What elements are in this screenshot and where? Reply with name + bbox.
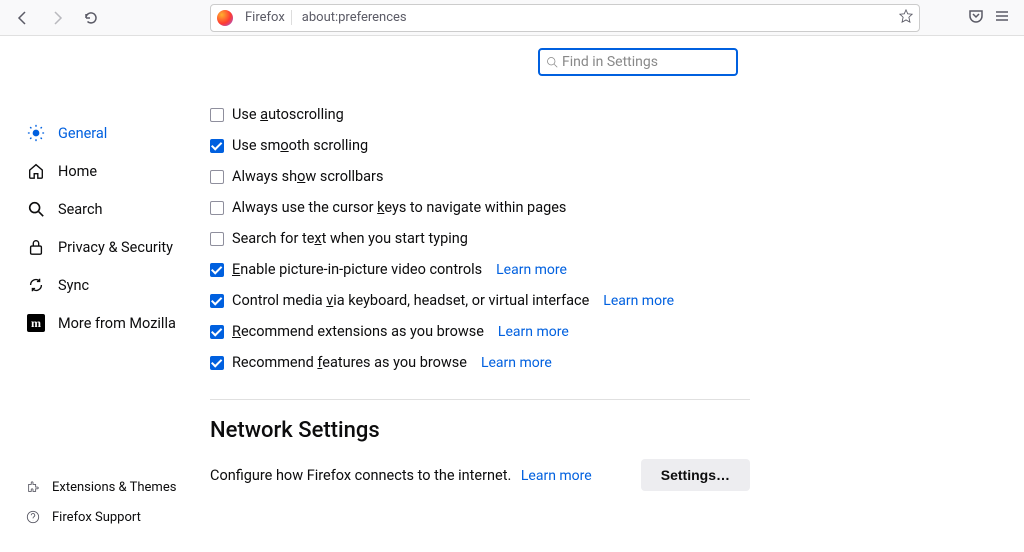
network-settings-desc: Configure how Firefox connects to the in… xyxy=(210,467,592,484)
url-text: about:preferences xyxy=(302,10,893,25)
checkbox[interactable] xyxy=(210,356,224,370)
sidebar-item-general[interactable]: General xyxy=(26,114,210,152)
sidebar-item-more-mozilla[interactable]: m More from Mozilla xyxy=(26,304,210,342)
pref-recommend-extensions[interactable]: Recommend extensions as you browse Learn… xyxy=(210,323,750,340)
network-settings-heading: Network Settings xyxy=(210,418,750,443)
checkbox[interactable] xyxy=(210,294,224,308)
pref-picture-in-picture[interactable]: Enable picture-in-picture video controls… xyxy=(210,261,750,278)
sidebar-item-label: Sync xyxy=(58,277,89,294)
checkbox[interactable] xyxy=(210,139,224,153)
preferences-sidebar: General Home Search Privacy & Security S… xyxy=(0,36,210,552)
pref-label: Recommend features as you browse xyxy=(232,354,467,371)
checkbox[interactable] xyxy=(210,108,224,122)
browser-toolbar: Firefox about:preferences xyxy=(0,0,1024,36)
sidebar-item-sync[interactable]: Sync xyxy=(26,266,210,304)
url-bar[interactable]: Firefox about:preferences xyxy=(210,4,920,32)
pref-cursor-keys[interactable]: Always use the cursor keys to navigate w… xyxy=(210,199,750,216)
checkbox[interactable] xyxy=(210,170,224,184)
sidebar-bottom-label: Firefox Support xyxy=(52,510,141,525)
settings-search-placeholder: Find in Settings xyxy=(562,54,658,70)
gear-icon xyxy=(26,124,46,142)
pref-label: Always show scrollbars xyxy=(232,168,383,185)
checkbox[interactable] xyxy=(210,232,224,246)
lock-icon xyxy=(26,238,46,256)
checkbox[interactable] xyxy=(210,325,224,339)
pref-recommend-features[interactable]: Recommend features as you browse Learn m… xyxy=(210,354,750,371)
section-divider xyxy=(210,399,750,400)
sidebar-item-label: More from Mozilla xyxy=(58,315,176,332)
pref-label: Use autoscrolling xyxy=(232,106,344,123)
puzzle-icon xyxy=(26,480,42,494)
pref-label: Enable picture-in-picture video controls xyxy=(232,261,482,278)
learn-more-link[interactable]: Learn more xyxy=(498,324,569,340)
pref-label: Search for text when you start typing xyxy=(232,230,468,247)
learn-more-link[interactable]: Learn more xyxy=(603,293,674,309)
reload-button[interactable] xyxy=(76,4,106,32)
search-icon xyxy=(26,200,46,218)
sidebar-item-home[interactable]: Home xyxy=(26,152,210,190)
checkbox[interactable] xyxy=(210,201,224,215)
identity-label: Firefox xyxy=(239,10,292,25)
pref-show-scrollbars[interactable]: Always show scrollbars xyxy=(210,168,750,185)
forward-button[interactable] xyxy=(42,4,72,32)
checkbox[interactable] xyxy=(210,263,224,277)
network-settings-button[interactable]: Settings… xyxy=(641,459,750,491)
sidebar-item-label: General xyxy=(58,125,107,142)
pref-label: Always use the cursor keys to navigate w… xyxy=(232,199,566,216)
pref-label: Use smooth scrolling xyxy=(232,137,368,154)
learn-more-link[interactable]: Learn more xyxy=(481,355,552,371)
pref-smooth-scrolling[interactable]: Use smooth scrolling xyxy=(210,137,750,154)
learn-more-link[interactable]: Learn more xyxy=(521,468,592,484)
pref-autoscrolling[interactable]: Use autoscrolling xyxy=(210,106,750,123)
help-icon xyxy=(26,510,42,524)
home-icon xyxy=(26,162,46,180)
pocket-icon[interactable] xyxy=(968,8,984,28)
sidebar-item-label: Home xyxy=(58,163,97,180)
bookmark-star-icon[interactable] xyxy=(899,9,913,27)
sidebar-item-privacy[interactable]: Privacy & Security xyxy=(26,228,210,266)
sidebar-item-label: Privacy & Security xyxy=(58,239,173,256)
sidebar-item-label: Search xyxy=(58,201,103,218)
app-menu-icon[interactable] xyxy=(994,8,1010,28)
mozilla-icon: m xyxy=(26,314,46,332)
back-button[interactable] xyxy=(8,4,38,32)
sidebar-bottom-label: Extensions & Themes xyxy=(52,480,176,495)
sync-icon xyxy=(26,276,46,294)
settings-search-input[interactable]: Find in Settings xyxy=(538,48,738,76)
sidebar-firefox-support[interactable]: Firefox Support xyxy=(26,502,210,532)
learn-more-link[interactable]: Learn more xyxy=(496,262,567,278)
firefox-logo-icon xyxy=(217,10,233,26)
preferences-main: Find in Settings Use autoscrolling Use s… xyxy=(210,36,1024,552)
sidebar-item-search[interactable]: Search xyxy=(26,190,210,228)
pref-label: Recommend extensions as you browse xyxy=(232,323,484,340)
pref-search-typing[interactable]: Search for text when you start typing xyxy=(210,230,750,247)
toolbar-overflow xyxy=(968,8,1016,28)
pref-media-keys[interactable]: Control media via keyboard, headset, or … xyxy=(210,292,750,309)
sidebar-extensions-themes[interactable]: Extensions & Themes xyxy=(26,472,210,502)
pref-label: Control media via keyboard, headset, or … xyxy=(232,292,589,309)
